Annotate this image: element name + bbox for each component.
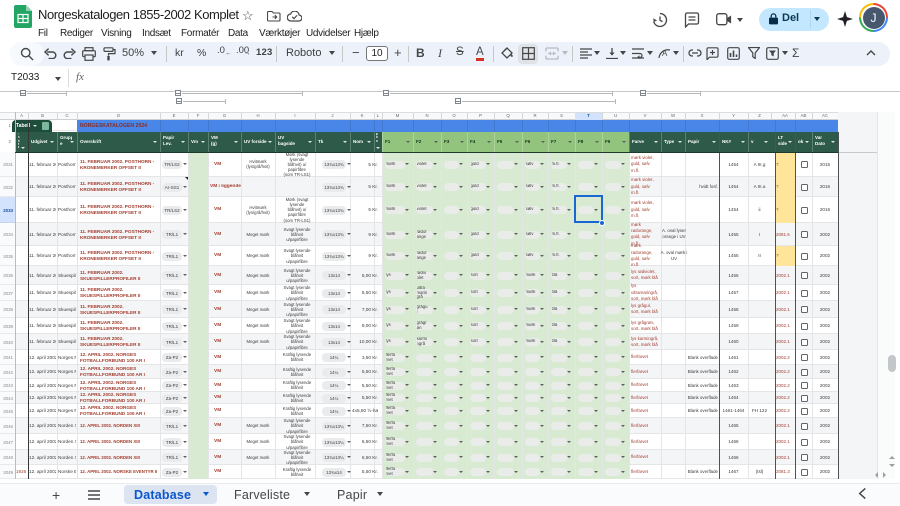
svg-text:A: A [662,49,668,58]
